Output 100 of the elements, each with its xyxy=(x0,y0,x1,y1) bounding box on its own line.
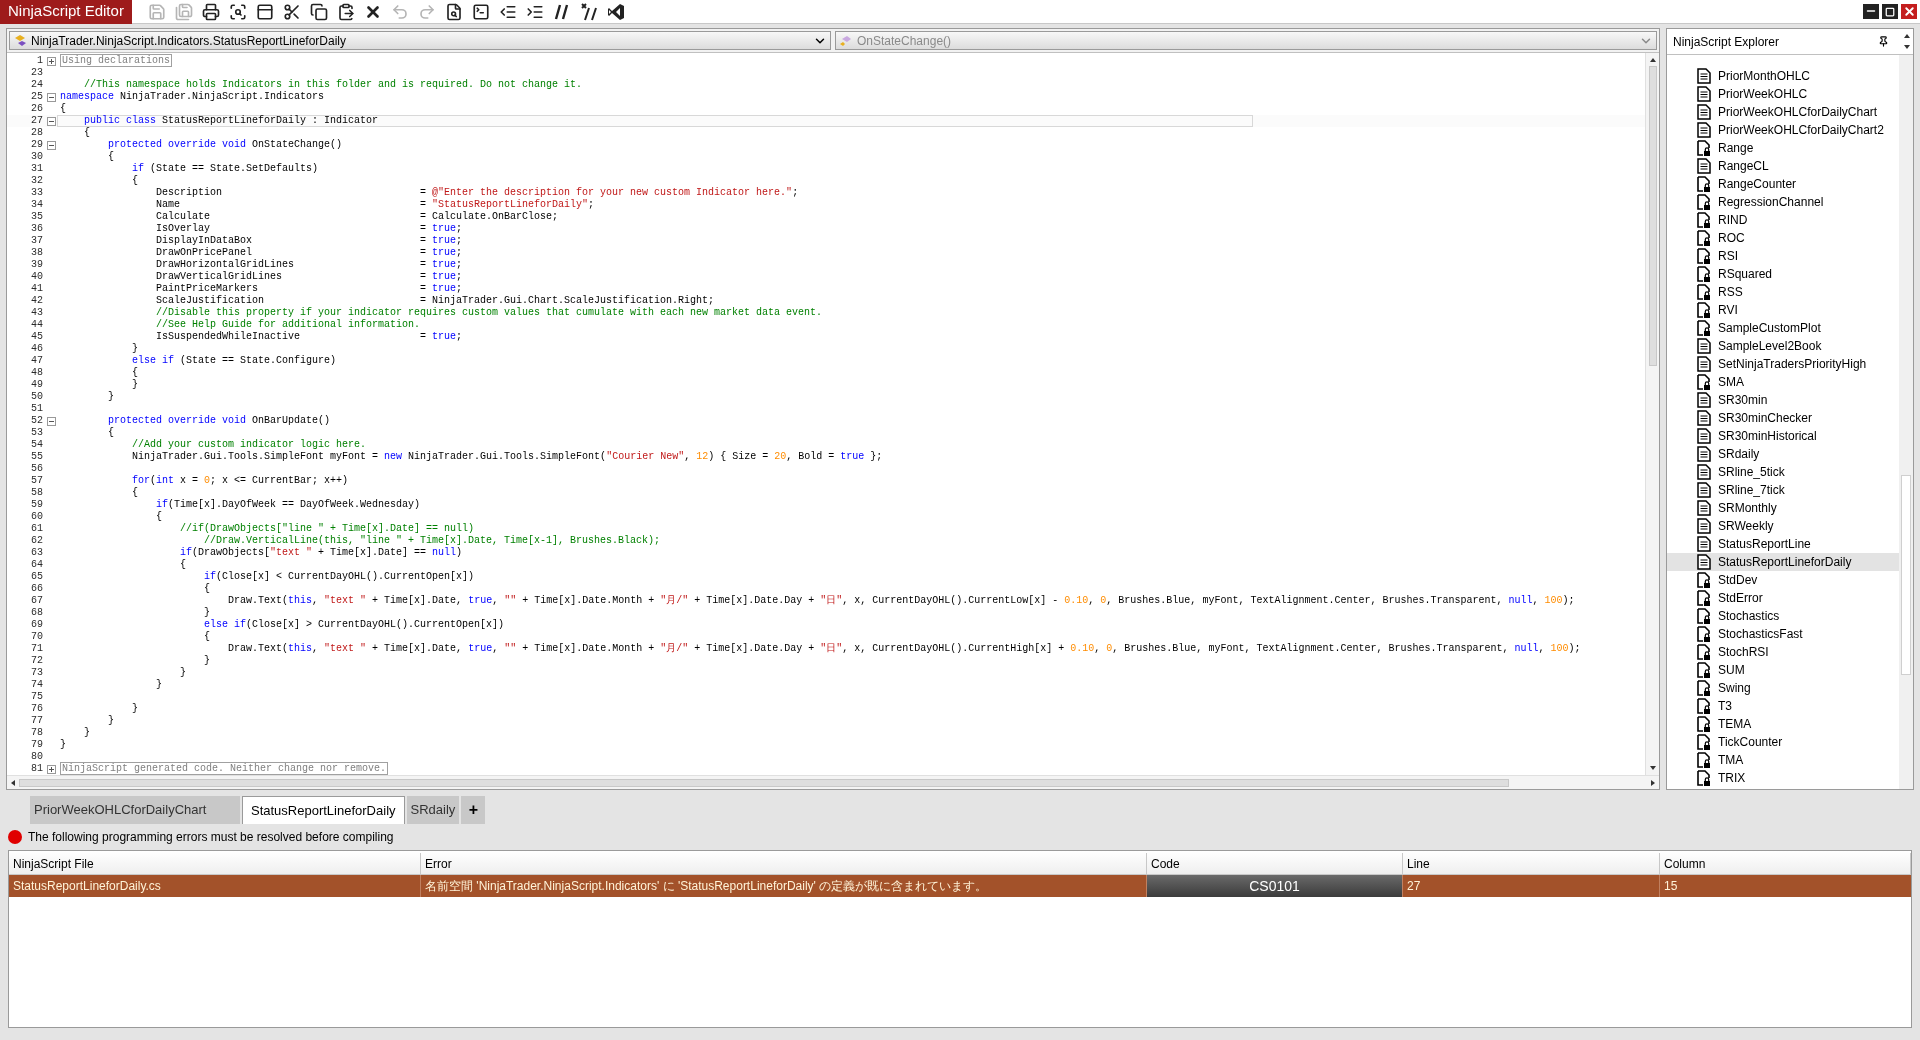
explorer-item[interactable]: SampleLevel2Book xyxy=(1667,337,1899,355)
explorer-item-label: RIND xyxy=(1718,212,1748,229)
explorer-item[interactable]: PriorWeekOHLCforDailyChart2 xyxy=(1667,121,1899,139)
line-number: 33 xyxy=(30,187,44,199)
code-cell: CS0101 xyxy=(1147,875,1403,897)
explorer-item[interactable]: SRline_7tick xyxy=(1667,481,1899,499)
comment-icon[interactable] xyxy=(552,2,571,21)
explorer-item[interactable]: SRline_5tick xyxy=(1667,463,1899,481)
explorer-item[interactable]: SRdaily xyxy=(1667,445,1899,463)
class-dropdown[interactable]: NinjaTrader.NinjaScript.Indicators.StatusReportLineforDaily xyxy=(9,31,831,50)
collapse-icon[interactable] xyxy=(46,116,56,126)
file-tab[interactable]: StatusReportLineforDaily xyxy=(242,796,405,824)
explorer-item[interactable]: T3 xyxy=(1667,697,1899,715)
explorer-item[interactable]: RangeCounter xyxy=(1667,175,1899,193)
explorer-item[interactable]: RangeCL xyxy=(1667,157,1899,175)
explorer-item-label: Range xyxy=(1718,140,1754,157)
pin-icon[interactable] xyxy=(1878,36,1889,47)
explorer-item[interactable]: TMA xyxy=(1667,751,1899,769)
explorer-item[interactable]: StochasticsFast xyxy=(1667,625,1899,643)
explorer-item[interactable]: SMA xyxy=(1667,373,1899,391)
column-header[interactable]: NinjaScript File xyxy=(9,853,421,874)
locked-document-icon xyxy=(1697,248,1711,264)
explorer-item[interactable]: SetNinjaTradersPriorityHigh xyxy=(1667,355,1899,373)
explorer-item[interactable]: StatusReportLineforDaily xyxy=(1667,553,1899,571)
window-icon[interactable] xyxy=(255,2,274,21)
explorer-item[interactable]: Swing xyxy=(1667,679,1899,697)
explorer-item[interactable]: RIND xyxy=(1667,211,1899,229)
explorer-item[interactable]: TickCounter xyxy=(1667,733,1899,751)
explorer-item[interactable]: RVI xyxy=(1667,301,1899,319)
column-header[interactable]: Column xyxy=(1660,853,1911,874)
explorer-item[interactable]: SampleCustomPlot xyxy=(1667,319,1899,337)
scroll-thumb[interactable] xyxy=(1901,475,1911,675)
uncomment-icon[interactable] xyxy=(579,2,598,21)
explorer-item[interactable]: ROC xyxy=(1667,229,1899,247)
explorer-item[interactable]: RegressionChannel xyxy=(1667,193,1899,211)
explorer-item[interactable]: Range xyxy=(1667,139,1899,157)
find-icon[interactable] xyxy=(444,2,463,21)
explorer-item[interactable]: StdError xyxy=(1667,589,1899,607)
printer-icon[interactable] xyxy=(201,2,220,21)
code-line: if (State == State.SetDefaults) xyxy=(131,164,319,174)
cut-icon[interactable] xyxy=(282,2,301,21)
collapse-icon[interactable] xyxy=(46,140,56,150)
scroll-thumb[interactable] xyxy=(19,778,1509,787)
column-header[interactable]: Error xyxy=(421,853,1147,874)
line-number: 45 xyxy=(30,331,44,343)
explorer-item[interactable]: TEMA xyxy=(1667,715,1899,733)
vertical-scrollbar[interactable] xyxy=(1899,55,1913,789)
error-row[interactable]: StatusReportLineforDaily.cs 名前空間 'NinjaTrader.NinjaScript.Indicators' に 'StatusReportLineforDaily' の定義が既に含まれています。 CS0101 27 15 xyxy=(9,875,1911,897)
explorer-item[interactable]: StatusReportLine xyxy=(1667,535,1899,553)
horizontal-scrollbar[interactable] xyxy=(7,775,1659,789)
logo-icon[interactable] xyxy=(606,2,625,21)
collapse-icon[interactable] xyxy=(46,416,56,426)
explorer-item[interactable]: RSquared xyxy=(1667,265,1899,283)
explorer-item[interactable]: TRIX xyxy=(1667,769,1899,787)
collapse-icon[interactable] xyxy=(46,92,56,102)
column-header[interactable]: Line xyxy=(1403,853,1660,874)
scroll-down-icon[interactable] xyxy=(1903,43,1911,51)
minimize-button[interactable] xyxy=(1863,4,1879,19)
line-number: 61 xyxy=(30,523,44,535)
explorer-item[interactable]: SUM xyxy=(1667,661,1899,679)
code-line: { xyxy=(203,584,211,594)
expand-icon[interactable] xyxy=(46,764,56,774)
scroll-up-icon[interactable] xyxy=(1648,56,1657,64)
paste-icon[interactable] xyxy=(336,2,355,21)
restore-button[interactable] xyxy=(1882,4,1898,19)
scroll-left-icon[interactable] xyxy=(9,778,17,787)
expand-icon[interactable] xyxy=(46,56,56,66)
explorer-item[interactable]: SR30minChecker xyxy=(1667,409,1899,427)
scroll-right-icon[interactable] xyxy=(1649,778,1657,787)
close-button[interactable] xyxy=(1901,4,1917,19)
explorer-item[interactable]: StochRSI xyxy=(1667,643,1899,661)
line-number: 70 xyxy=(30,631,44,643)
column-header[interactable]: Code xyxy=(1147,853,1403,874)
file-tab[interactable]: SRdaily xyxy=(406,796,460,824)
explorer-item[interactable]: RSS xyxy=(1667,283,1899,301)
explorer-item[interactable]: SRWeekly xyxy=(1667,517,1899,535)
code-line: if(Time[x].DayOfWeek == DayOfWeek.Wednesday) xyxy=(155,500,421,510)
locked-document-icon xyxy=(1697,662,1711,678)
locked-document-icon xyxy=(1697,752,1711,768)
explorer-item-label: RegressionChannel xyxy=(1718,194,1824,211)
document-icon xyxy=(1697,122,1711,138)
file-tab[interactable]: PriorWeekOHLCforDailyChart xyxy=(30,796,240,824)
vertical-scrollbar[interactable] xyxy=(1645,53,1659,775)
explorer-item[interactable]: PriorWeekOHLC xyxy=(1667,85,1899,103)
explorer-item[interactable]: Stochastics xyxy=(1667,607,1899,625)
locked-document-icon xyxy=(1697,680,1711,696)
scroll-thumb[interactable] xyxy=(1648,66,1657,366)
explorer-item[interactable]: SR30minHistorical xyxy=(1667,427,1899,445)
add-tab-button[interactable]: + xyxy=(461,796,486,824)
scroll-up-icon[interactable] xyxy=(1903,32,1911,40)
explorer-item[interactable]: PriorWeekOHLCforDailyChart xyxy=(1667,103,1899,121)
print-preview-icon[interactable] xyxy=(228,2,247,21)
explorer-item[interactable]: PriorMonthOHLC xyxy=(1667,67,1899,85)
explorer-item[interactable]: SRMonthly xyxy=(1667,499,1899,517)
terminal-icon[interactable] xyxy=(471,2,490,21)
copy-icon[interactable] xyxy=(309,2,328,21)
explorer-item[interactable]: StdDev xyxy=(1667,571,1899,589)
explorer-item[interactable]: SR30min xyxy=(1667,391,1899,409)
scroll-down-icon[interactable] xyxy=(1648,764,1657,772)
explorer-item[interactable]: RSI xyxy=(1667,247,1899,265)
